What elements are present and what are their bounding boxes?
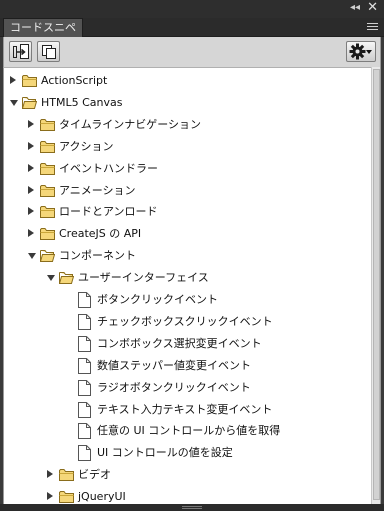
tree-item-label: ロードとアンロード bbox=[59, 205, 158, 219]
tree-folder[interactable]: ユーザーインターフェイス bbox=[4, 267, 371, 289]
disclosure-collapsed-icon[interactable] bbox=[28, 207, 34, 216]
tree-item-label: イベントハンドラー bbox=[59, 161, 158, 175]
chevron-down-icon bbox=[366, 50, 372, 54]
scrollbar-thumb[interactable] bbox=[373, 69, 380, 500]
tree-item-label: 数値ステッパー値変更イベント bbox=[97, 358, 251, 372]
tree-item-label: ユーザーインターフェイス bbox=[78, 271, 209, 285]
disclosure-expanded-icon[interactable] bbox=[10, 99, 18, 106]
document-icon bbox=[78, 401, 93, 418]
tree-folder[interactable]: ビデオ bbox=[4, 464, 371, 486]
tree-snippet[interactable]: 数値ステッパー値変更イベント bbox=[4, 355, 371, 377]
options-menu-button[interactable] bbox=[346, 41, 376, 62]
tree-item-label: 任意の UI コントロールから値を取得 bbox=[97, 424, 281, 438]
document-icon bbox=[78, 357, 93, 374]
document-icon bbox=[78, 379, 93, 396]
add-to-current-frame-button[interactable] bbox=[9, 41, 32, 62]
tree-item-label: ラジオボタンクリックイベント bbox=[97, 380, 251, 394]
panel-title-strip: ◂◂ ✕ bbox=[0, 0, 384, 18]
disclosure-collapsed-icon[interactable] bbox=[28, 163, 34, 172]
tree-snippet[interactable]: チェックボックスクリックイベント bbox=[4, 311, 371, 333]
disclosure-collapsed-icon[interactable] bbox=[28, 229, 34, 238]
tree-folder[interactable]: コンポーネント bbox=[4, 245, 371, 267]
document-icon bbox=[78, 445, 93, 462]
tree-item-label: HTML5 Canvas bbox=[41, 95, 123, 109]
tree-item-label: タイムラインナビゲーション bbox=[59, 117, 202, 131]
tree-item-label: アニメーション bbox=[59, 183, 136, 197]
close-panel-icon[interactable]: ✕ bbox=[367, 0, 378, 16]
document-icon bbox=[78, 313, 93, 330]
resize-grip-icon[interactable] bbox=[182, 506, 202, 509]
folder-icon bbox=[40, 139, 55, 155]
disclosure-collapsed-icon[interactable] bbox=[28, 119, 34, 128]
disclosure-collapsed-icon[interactable] bbox=[28, 141, 34, 150]
document-icon bbox=[78, 335, 93, 352]
folder-icon bbox=[40, 183, 55, 199]
tab-code-snippets[interactable]: コードスニペット bbox=[3, 18, 83, 52]
document-icon bbox=[78, 423, 93, 440]
snippet-tree: ActionScript HTML5 Canvas タイムラインナビゲーション アクシ… bbox=[3, 67, 371, 504]
panel-menu-icon[interactable] bbox=[367, 23, 378, 32]
disclosure-expanded-icon[interactable] bbox=[28, 253, 36, 260]
folder-open-icon bbox=[22, 95, 38, 111]
disclosure-collapsed-icon[interactable] bbox=[10, 76, 16, 84]
tree-snippet[interactable]: コンボボックス選択変更イベント bbox=[4, 333, 371, 355]
tree-folder[interactable]: タイムラインナビゲーション bbox=[4, 114, 371, 136]
tree-folder[interactable]: ロードとアンロード bbox=[4, 201, 371, 223]
tree-folder[interactable]: イベントハンドラー bbox=[4, 158, 371, 180]
tree-snippet[interactable]: ボタンクリックイベント bbox=[4, 289, 371, 311]
tree-folder[interactable]: HTML5 Canvas bbox=[4, 92, 371, 114]
folder-icon bbox=[40, 117, 55, 133]
folder-open-icon bbox=[59, 270, 75, 286]
disclosure-collapsed-icon[interactable] bbox=[47, 492, 53, 501]
vertical-scrollbar[interactable] bbox=[371, 67, 381, 504]
add-to-frame-icon bbox=[13, 44, 29, 59]
gear-icon bbox=[349, 43, 366, 60]
copy-to-clipboard-icon bbox=[42, 45, 56, 59]
tree-item-label: ActionScript bbox=[41, 74, 108, 87]
folder-icon bbox=[22, 73, 37, 89]
tree-item-label: CreateJS の API bbox=[59, 227, 142, 241]
tree-item-label: コンポーネント bbox=[59, 249, 136, 263]
tree-folder[interactable]: アクション bbox=[4, 136, 371, 158]
disclosure-collapsed-icon[interactable] bbox=[47, 470, 53, 479]
collapse-panel-icon[interactable]: ◂◂ bbox=[350, 2, 360, 14]
tree-snippet[interactable]: UI コントロールの値を設定 bbox=[4, 442, 371, 464]
disclosure-expanded-icon[interactable] bbox=[47, 275, 55, 282]
disclosure-collapsed-icon[interactable] bbox=[28, 185, 34, 194]
tree-item-label: テキスト入力テキスト変更イベント bbox=[97, 402, 273, 416]
tree-item-label: コンボボックス選択変更イベント bbox=[97, 336, 262, 350]
folder-open-icon bbox=[40, 248, 56, 264]
copy-to-clipboard-button[interactable] bbox=[37, 41, 60, 62]
tree-item-label: チェックボックスクリックイベント bbox=[97, 314, 273, 328]
folder-icon bbox=[59, 467, 74, 483]
tree-folder[interactable]: jQueryUI bbox=[4, 486, 371, 504]
folder-icon bbox=[40, 204, 55, 220]
tree-snippet[interactable]: 任意の UI コントロールから値を取得 bbox=[4, 420, 371, 442]
tree-item-label: jQueryUI bbox=[78, 490, 126, 504]
tree-snippet[interactable]: ラジオボタンクリックイベント bbox=[4, 377, 371, 399]
tree-item-label: ボタンクリックイベント bbox=[97, 293, 218, 306]
tree-folder[interactable]: アニメーション bbox=[4, 180, 371, 202]
tree-item-label: UI コントロールの値を設定 bbox=[97, 446, 233, 460]
tree-folder[interactable]: CreateJS の API bbox=[4, 223, 371, 245]
tree-item-label: ビデオ bbox=[78, 468, 111, 482]
folder-icon bbox=[40, 161, 55, 177]
document-icon bbox=[78, 292, 93, 308]
tree-folder[interactable]: ActionScript bbox=[4, 70, 371, 92]
tree-item-label: アクション bbox=[59, 139, 114, 153]
toolbar bbox=[3, 37, 381, 67]
folder-icon bbox=[59, 489, 74, 504]
tree-snippet[interactable]: テキスト入力テキスト変更イベント bbox=[4, 399, 371, 421]
folder-icon bbox=[40, 226, 55, 242]
tab-bar: コードスニペット bbox=[0, 18, 384, 52]
